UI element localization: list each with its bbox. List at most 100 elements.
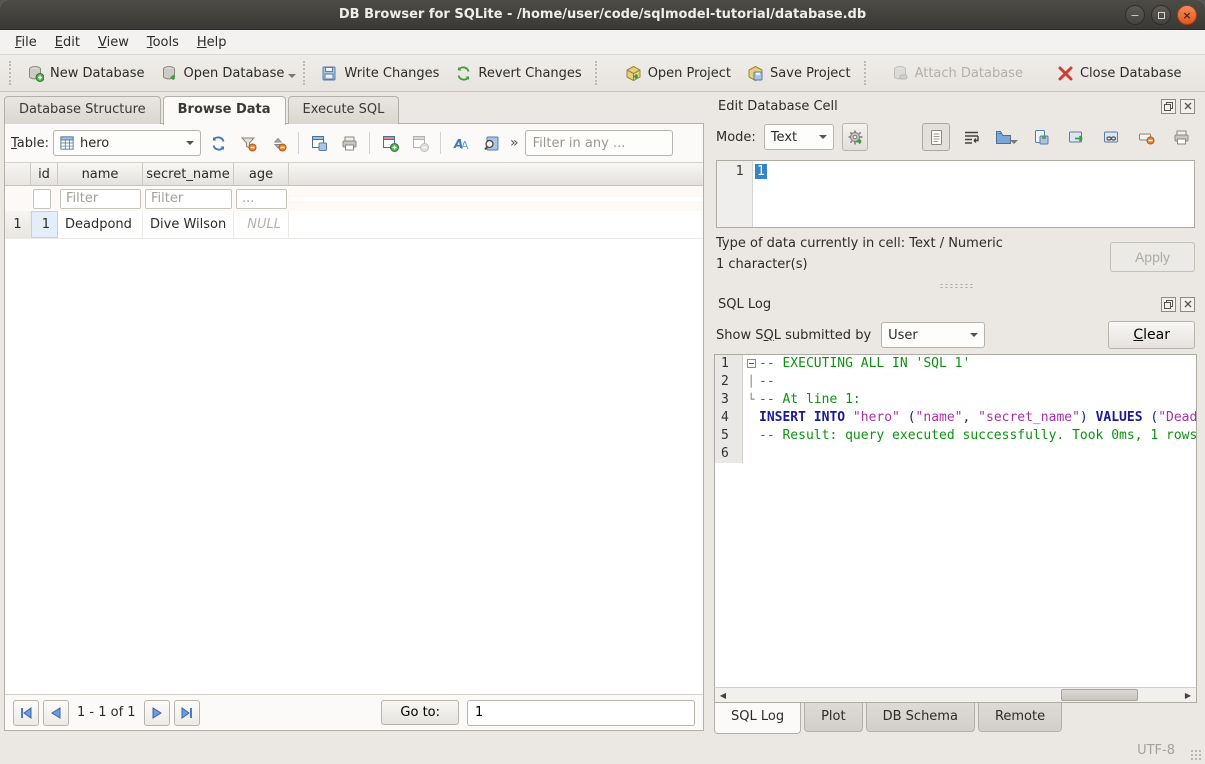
sql-log-editor[interactable]: 1-- EXECUTING ALL IN 'SQL 1'2│--3└-- At … [714,354,1197,687]
table-row: 1 1 Deadpond Dive Wilson NULL [5,211,703,239]
import-data-button[interactable] [992,123,1020,151]
bottom-tab-remote[interactable]: Remote [978,703,1062,732]
filter-name-input[interactable] [60,189,141,209]
column-header-name[interactable]: name [58,163,143,185]
clear-sorting-button[interactable] [265,130,291,156]
maximize-button[interactable] [1151,5,1171,25]
tab-execute-sql[interactable]: Execute SQL [288,96,400,124]
cell-editor-buttons [922,123,1195,151]
export-data-button[interactable] [1027,123,1055,151]
scroll-left-icon[interactable]: ◀ [715,688,731,702]
sql-log-line: 4INSERT INTO "hero" ("name", "secret_nam… [715,409,1196,427]
table-select[interactable]: hero [53,130,201,156]
open-in-external-button[interactable] [1062,123,1090,151]
new-database-icon [27,65,44,82]
cell-editor-text[interactable]: 1 [753,161,1194,227]
float-dock-icon[interactable] [1161,99,1176,114]
attach-database-label: Attach Database [915,66,1023,81]
find-in-table-button[interactable] [478,130,504,156]
bottom-tab-db-schema[interactable]: DB Schema [866,703,975,732]
write-changes-button[interactable]: Write Changes [313,60,447,87]
save-table-button[interactable] [306,130,332,156]
scroll-right-icon[interactable]: ▶ [1180,688,1196,702]
column-header-id[interactable]: id [31,163,58,185]
menu-file[interactable]: File [6,32,46,53]
bottom-tab-plot[interactable]: Plot [804,703,863,732]
filter-any-input[interactable] [525,130,673,156]
cell-editor[interactable]: 1 1 [716,160,1195,228]
toolbar-overflow-chevron[interactable]: » [510,135,519,151]
toolbar-handle[interactable] [9,61,14,85]
copy-link-button[interactable] [1097,123,1125,151]
print-table-button[interactable] [336,130,362,156]
close-dock-icon[interactable] [1180,297,1195,312]
sql-log-controls: Show SQL submitted by User Clear [714,316,1197,354]
text-mode-button[interactable] [922,123,950,151]
sql-log-horizontal-scrollbar[interactable]: ◀ ▶ [714,687,1197,703]
sql-log-filter-select[interactable]: User [881,322,985,348]
new-database-button[interactable]: New Database [19,60,153,87]
sql-log-title: SQL Log [718,297,1157,312]
cell-secret-name[interactable]: Dive Wilson [143,211,234,238]
sql-log-lines: 1-- EXECUTING ALL IN 'SQL 1'2│--3└-- At … [715,355,1196,463]
clear-filters-button[interactable] [235,130,261,156]
row-number[interactable]: 1 [5,211,31,238]
menu-tools[interactable]: Tools [138,32,188,53]
menu-view[interactable]: View [89,32,138,53]
open-project-button[interactable]: Open Project [617,60,739,87]
scroll-thumb[interactable] [1061,689,1138,701]
column-header-secret-name[interactable]: secret_name [143,163,234,185]
resize-grip[interactable] [1190,749,1202,761]
cell-name[interactable]: Deadpond [58,211,143,238]
minimize-button[interactable]: − [1125,5,1145,25]
close-database-button[interactable]: Close Database [1049,60,1190,87]
cell-age[interactable]: NULL [234,211,289,238]
toolbar-separator [303,61,308,85]
menu-edit[interactable]: Edit [46,32,89,53]
last-record-button[interactable] [174,700,200,726]
cell-char-count: 1 character(s) [716,257,1003,272]
close-dock-icon[interactable] [1180,99,1195,114]
cell-id[interactable]: 1 [31,211,58,238]
filter-secret-name-input[interactable] [145,189,232,209]
separator [369,132,370,154]
tab-browse-data[interactable]: Browse Data [163,96,286,125]
column-header-age[interactable]: age [234,163,289,185]
filter-id-input[interactable] [33,189,51,209]
goto-input[interactable] [467,700,695,726]
insert-record-button[interactable] [377,130,403,156]
browse-toolbar: Table: hero [5,124,703,162]
clear-log-button[interactable]: Clear [1108,321,1195,349]
next-record-button[interactable] [144,700,170,726]
main-content: Database Structure Browse Data Execute S… [0,92,1205,737]
print-cell-button[interactable] [1167,123,1195,151]
menu-help[interactable]: Help [188,32,236,53]
float-dock-icon[interactable] [1161,297,1176,312]
font-settings-button[interactable]: AA [448,130,474,156]
close-database-icon [1057,65,1074,82]
fold-margin[interactable] [743,355,759,373]
open-database-button[interactable]: Open Database [153,60,293,87]
first-record-button[interactable] [13,700,39,726]
tab-database-structure[interactable]: Database Structure [4,96,161,124]
goto-button[interactable]: Go to: [381,700,459,725]
dock-splitter[interactable] [714,280,1197,292]
titlebar[interactable]: DB Browser for SQLite - /home/user/code/… [0,0,1205,30]
word-wrap-button[interactable] [957,123,985,151]
open-database-dropdown-caret[interactable] [288,74,296,82]
mode-select[interactable]: Text [764,124,834,150]
previous-record-button[interactable] [43,700,69,726]
refresh-button[interactable] [205,130,231,156]
vertical-splitter[interactable] [704,92,712,737]
revert-changes-button[interactable]: Revert Changes [447,60,589,87]
open-external-icon [1068,129,1085,146]
bottom-tab-sql-log[interactable]: SQL Log [714,702,801,734]
set-null-button[interactable] [1132,123,1160,151]
encoding-indicator[interactable]: UTF-8 [1137,743,1175,758]
main-toolbar: New Database Open Database Write Changes… [0,55,1205,92]
close-button[interactable]: × [1177,5,1197,25]
save-project-button[interactable]: Save Project [739,60,859,87]
auto-apply-button[interactable] [842,123,868,151]
filter-age-input[interactable] [236,189,287,209]
chevron-down-icon [819,135,827,143]
